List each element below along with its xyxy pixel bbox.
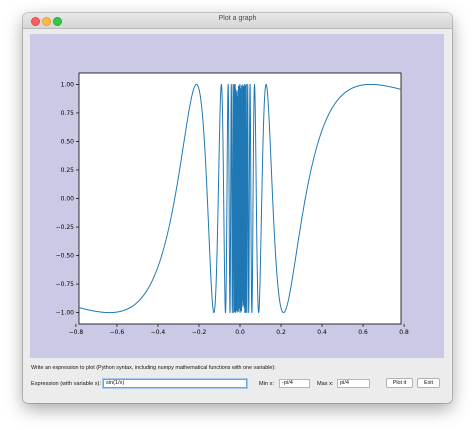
x-tick-label: 0.2 <box>276 329 286 336</box>
y-tick-label: 0.50 <box>61 138 75 145</box>
chart: −0.8 −0.6 −0.4 −0.2 0.0 0.2 0.4 0.6 0.8 −1.00 −0.… <box>56 72 409 336</box>
y-tick-label: −1.00 <box>56 310 75 317</box>
plot-area: −0.8 −0.6 −0.4 −0.2 0.0 0.2 0.4 0.6 0.8 −1.00 −0.… <box>30 34 444 358</box>
x-tick-label: 0.0 <box>235 329 245 336</box>
y-tick-label: 0.75 <box>61 110 75 117</box>
x-tick-label: 0.6 <box>358 329 368 336</box>
y-tick-label: −0.50 <box>56 253 75 260</box>
expression-input[interactable] <box>103 379 247 388</box>
x-tick-label: −0.4 <box>151 329 166 336</box>
x-tick-label: −0.6 <box>110 329 125 336</box>
min-x-input[interactable] <box>279 379 310 388</box>
plot-button[interactable]: Plot it <box>386 378 413 388</box>
window-title: Plot a graph <box>218 15 257 22</box>
y-tick-label: 0.00 <box>61 196 75 203</box>
exit-button[interactable]: Exit <box>417 378 440 388</box>
max-x-label: Max x: <box>317 381 334 387</box>
y-tick-label: 0.25 <box>61 167 75 174</box>
app-window: Plot a graph −0.8 −0.6 −0.4 −0.2 0.0 0.2 0.4 0.… <box>23 13 452 403</box>
y-tick-label: −0.25 <box>56 224 75 231</box>
min-x-label: Min x: <box>259 381 274 387</box>
y-tick-label: 1.00 <box>61 81 75 88</box>
y-tick-label: −0.75 <box>56 281 75 288</box>
title-bar[interactable]: Plot a graph <box>23 13 452 29</box>
x-tick-label: 0.8 <box>399 329 409 336</box>
x-tick-label: 0.4 <box>317 329 327 336</box>
max-x-input[interactable] <box>337 379 370 388</box>
x-tick-label: −0.8 <box>69 329 84 336</box>
expression-label: Expression (with variable x): <box>31 381 101 387</box>
instruction-text: Write an expression to plot (Python synt… <box>31 365 276 371</box>
x-tick-label: −0.2 <box>192 329 207 336</box>
